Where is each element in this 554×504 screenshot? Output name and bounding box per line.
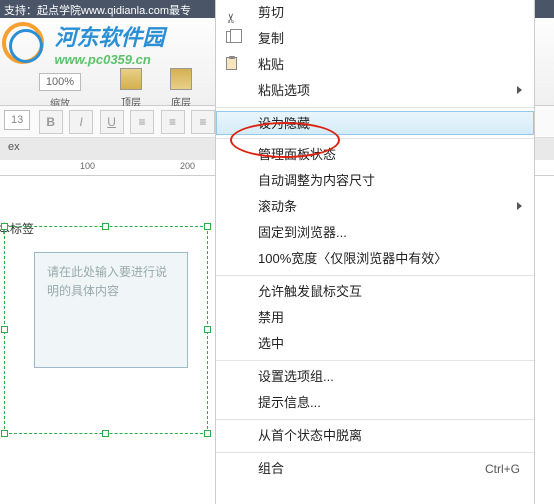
copy-icon [226,31,236,43]
text-widget[interactable]: 请在此处输入要进行说明的具体内容 [34,252,188,368]
shortcut-label: Ctrl+G [485,456,520,482]
design-canvas[interactable]: 本标签 请在此处输入要进行说明的具体内容 [0,176,215,504]
align-right-button[interactable]: ≡ [191,110,215,134]
zoom-value[interactable]: 100% [39,73,81,91]
menu-group[interactable]: 组合Ctrl+G [216,456,534,482]
align-center-button[interactable]: ≡ [161,110,185,134]
menu-detach-state[interactable]: 从首个状态中脱离 [216,423,534,449]
bottom-layer-icon [170,68,192,90]
zoom-section[interactable]: 100% 缩放 [30,73,90,110]
menu-copy[interactable]: 复制 [216,26,534,52]
fontsize-input[interactable]: 13 [4,110,30,130]
support-text: 支持：起点学院www.qidianla.com最专 [4,5,191,17]
separator [216,138,534,139]
menu-disable[interactable]: 禁用 [216,305,534,331]
menu-select[interactable]: 选中 [216,331,534,357]
send-back-button[interactable]: 底层 [160,68,202,109]
logo-icon [2,22,44,64]
underline-button[interactable]: U [100,110,124,134]
menu-full-width[interactable]: 100%宽度〈仅限浏览器中有效〉 [216,246,534,272]
paste-icon [226,57,237,70]
context-menu[interactable]: 剪切 复制 粘贴 粘贴选项 设为隐藏 管理面板状态 自动调整为内容尺寸 滚动条 … [215,0,535,504]
separator [216,419,534,420]
menu-cut[interactable]: 剪切 [216,0,534,26]
watermark-logo: 河东软件园 www.pc0359.cn [2,20,212,70]
resize-handle-br[interactable] [204,430,211,437]
logo-main: 河东软件园 [54,20,164,52]
menu-fix-browser[interactable]: 固定到浏览器... [216,220,534,246]
menu-allow-mouse[interactable]: 允许触发鼠标交互 [216,279,534,305]
cut-icon [226,5,242,21]
resize-handle-bl[interactable] [1,430,8,437]
resize-handle-tl[interactable] [1,223,8,230]
menu-scrollbar[interactable]: 滚动条 [216,194,534,220]
placeholder-text: 请在此处输入要进行说明的具体内容 [47,265,167,298]
top-layer-icon [120,68,142,90]
italic-button[interactable]: I [69,110,93,134]
menu-paste[interactable]: 粘贴 [216,52,534,78]
logo-url: www.pc0359.cn [54,52,164,67]
chevron-right-icon [517,202,522,210]
bring-front-button[interactable]: 顶层 [110,68,152,109]
menu-manage-panel-states[interactable]: 管理面板状态 [216,142,534,168]
menu-tooltip-info[interactable]: 提示信息... [216,390,534,416]
chevron-right-icon [517,86,522,94]
resize-handle-tm[interactable] [102,223,109,230]
menu-set-option-group[interactable]: 设置选项组... [216,364,534,390]
resize-handle-bm[interactable] [102,430,109,437]
bold-button[interactable]: B [39,110,63,134]
menu-auto-resize[interactable]: 自动调整为内容尺寸 [216,168,534,194]
separator [216,360,534,361]
separator [216,452,534,453]
separator [216,107,534,108]
tab-index[interactable]: ex [8,141,20,153]
resize-handle-mr[interactable] [204,326,211,333]
align-left-button[interactable]: ≡ [130,110,154,134]
separator [216,275,534,276]
menu-set-hidden[interactable]: 设为隐藏 [216,111,534,135]
resize-handle-ml[interactable] [1,326,8,333]
resize-handle-tr[interactable] [204,223,211,230]
menu-paste-options[interactable]: 粘贴选项 [216,78,534,104]
